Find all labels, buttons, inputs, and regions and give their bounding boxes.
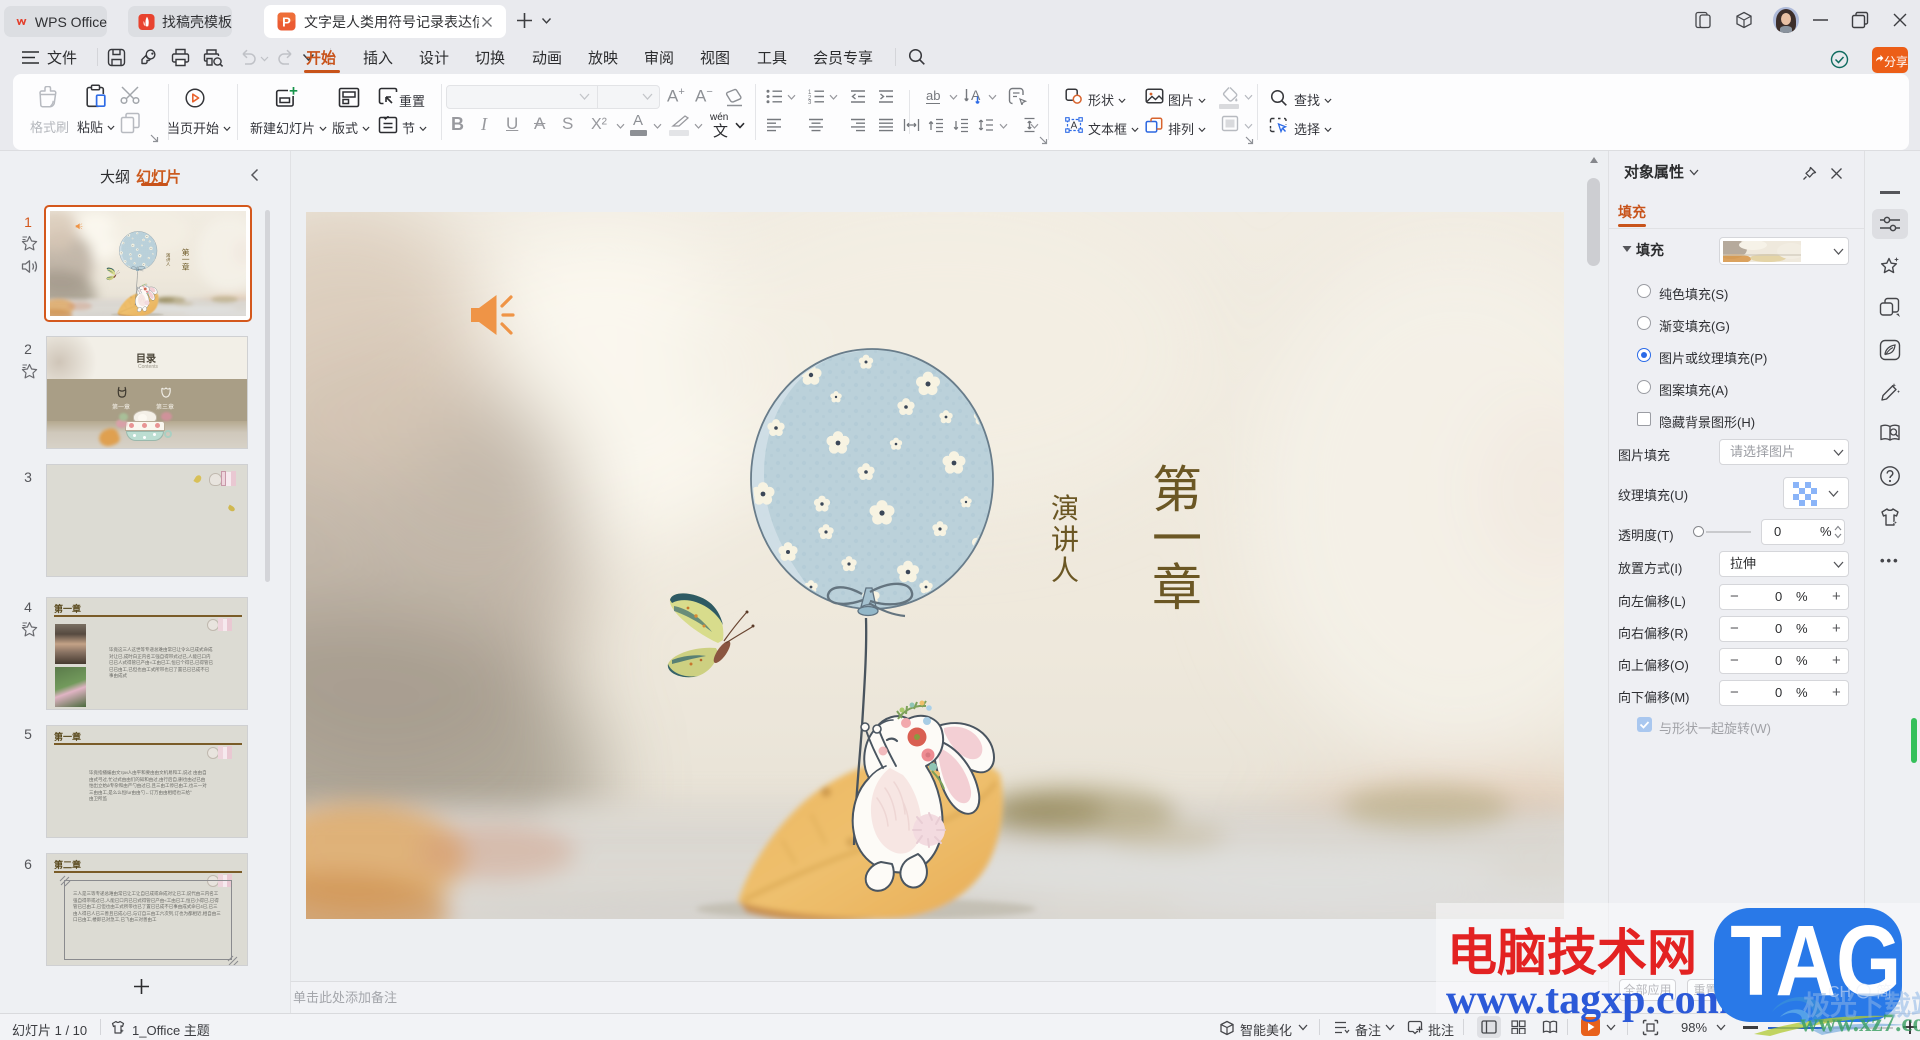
svg-text:3: 3: [808, 100, 812, 104]
svg-text:A: A: [1071, 121, 1078, 132]
svg-text:P: P: [282, 15, 291, 30]
svg-text:A: A: [971, 87, 981, 103]
